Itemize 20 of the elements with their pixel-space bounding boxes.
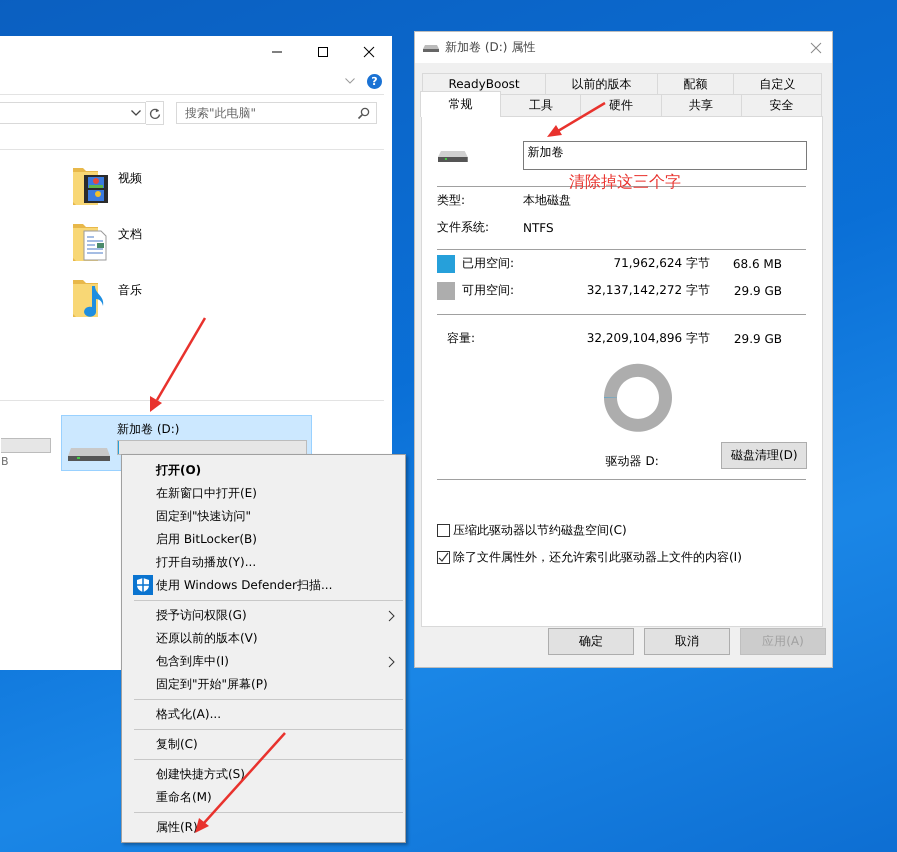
capacity-label: 容量: [447,330,476,347]
window-title: 新加卷 (D:) 属性 [445,39,536,56]
property-label: 类型: [437,192,466,209]
space-label: 已用空间: [462,255,516,272]
byte-count: 71,962,624 字节 [612,255,710,272]
property-value: 本地磁盘 [523,192,571,209]
property-value: NTFS [523,220,554,234]
size-value: 29.9 GB [732,284,782,298]
drive-size-text: B [1,455,10,468]
checkbox-label: 除了文件属性外，还允许索引此驱动器上文件的内容(I) [453,549,742,566]
size-value: 68.6 MB [732,256,782,270]
space-label: 可用空间: [462,282,516,299]
annotation-text: 清除掉这三个字 [569,173,681,190]
drive-label: 新加卷 (D:) [117,421,180,438]
byte-count: 32,209,104,896 字节 [586,330,710,347]
checkbox-label: 压缩此驱动器以节约磁盘空间(C) [453,522,627,539]
size-value: 29.9 GB [732,332,782,346]
drive-label: 驱动器 D: [604,452,660,470]
byte-count: 32,137,142,272 字节 [586,282,710,299]
property-label: 文件系统: [437,219,490,236]
